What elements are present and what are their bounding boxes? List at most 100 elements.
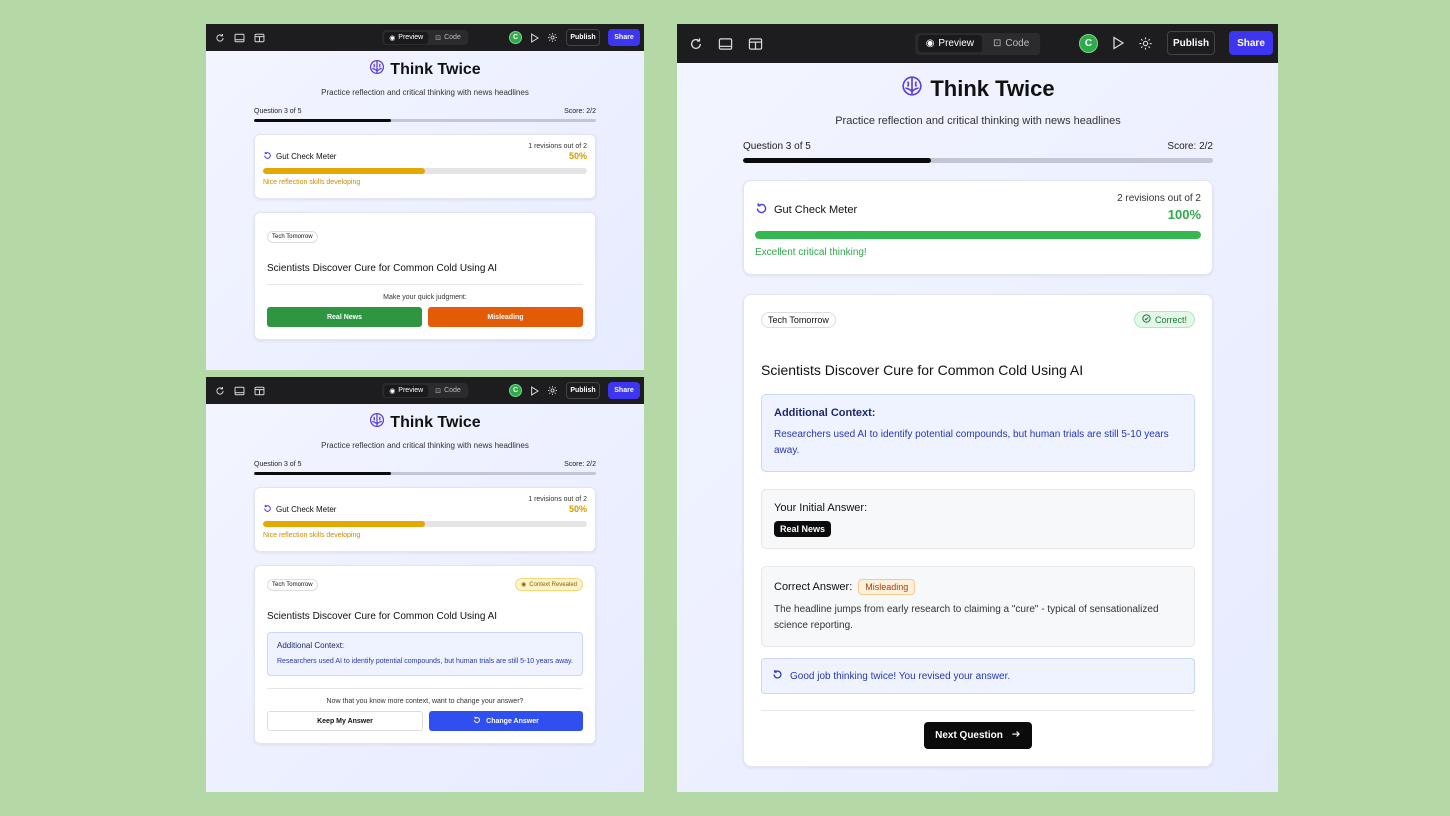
avatar[interactable]: C — [1079, 33, 1098, 53]
page-title: Think Twice — [743, 75, 1213, 103]
refresh-icon[interactable] — [215, 33, 225, 43]
page-title: Think Twice — [254, 412, 596, 433]
quiz-progress-fill — [254, 472, 391, 475]
meter-percent: 50% — [568, 504, 587, 514]
gut-check-card: Gut Check Meter 1 revisions out of 2 50%… — [254, 487, 596, 552]
arrow-right-icon — [1011, 729, 1021, 742]
gut-check-meter-fill — [263, 521, 425, 527]
window-a: ◉ Preview ⊡ Code C Publish Share Think Twi… — [206, 24, 644, 370]
share-button[interactable]: Share — [608, 382, 640, 399]
score-label: Score: 2/2 — [564, 108, 596, 115]
question-card: Tech Tomorrow Scientists Discover Cure f… — [254, 212, 596, 340]
refresh-icon[interactable] — [215, 386, 225, 396]
gut-check-meter-fill — [755, 231, 1201, 239]
context-box: Additional Context: Researchers used AI … — [761, 394, 1195, 472]
headline: Scientists Discover Cure for Common Cold… — [267, 611, 498, 622]
quiz-progress-fill — [743, 158, 931, 163]
next-question-button[interactable]: Next Question — [924, 722, 1032, 749]
initial-answer-box: Your Initial Answer: Real News — [761, 489, 1195, 549]
status-badge: Correct! — [1133, 311, 1195, 328]
desktop-view-icon[interactable] — [718, 37, 733, 51]
divider — [267, 284, 583, 285]
toolbar: ◉ Preview ⊡ Code C Publish Share — [677, 24, 1278, 63]
play-icon[interactable] — [530, 385, 539, 396]
source-badge: Tech Tomorrow — [267, 231, 318, 243]
play-icon[interactable] — [1112, 36, 1124, 50]
tab-preview[interactable]: ◉ Preview — [384, 384, 429, 397]
layout-icon[interactable] — [254, 386, 265, 396]
eye-icon: ◉ — [389, 34, 396, 42]
page-subtitle: Practice reflection and critical thinkin… — [321, 88, 529, 97]
gut-check-meter-fill — [263, 168, 425, 174]
tab-preview[interactable]: ◉ Preview — [917, 35, 983, 52]
publish-button[interactable]: Publish — [566, 29, 600, 46]
code-icon: ⊡ — [435, 34, 442, 42]
revisions-count: 2 revisions out of 2 — [1117, 193, 1201, 204]
headline: Scientists Discover Cure for Common Cold… — [761, 362, 1084, 378]
avatar[interactable]: C — [509, 31, 522, 44]
question-counter: Question 3 of 5 — [743, 141, 811, 152]
initial-answer-title: Your Initial Answer: — [774, 502, 868, 514]
context-text: Researchers used AI to identify potentia… — [277, 658, 573, 665]
rotate-icon — [755, 202, 768, 218]
gear-icon[interactable] — [547, 385, 558, 396]
publish-button[interactable]: Publish — [566, 382, 600, 399]
desktop-view-icon[interactable] — [234, 33, 245, 43]
tab-preview[interactable]: ◉ Preview — [384, 31, 429, 44]
progress-labels: Question 3 of 5 Score: 2/2 — [743, 141, 1213, 152]
quiz-progress-bar — [743, 158, 1213, 163]
source-badge: Tech Tomorrow — [267, 578, 318, 591]
meter-message: Excellent critical thinking! — [755, 247, 867, 258]
page-subtitle: Practice reflection and critical thinkin… — [321, 441, 529, 450]
question-card: Tech Tomorrow ◉ Context Revealed Scientis… — [254, 565, 596, 744]
initial-answer-badge: Real News — [774, 521, 832, 537]
publish-button[interactable]: Publish — [1167, 31, 1215, 55]
status-badge: ◉ Context Revealed — [515, 578, 583, 591]
gut-check-meter — [755, 231, 1201, 239]
tab-code[interactable]: ⊡ Code — [985, 35, 1037, 52]
share-button[interactable]: Share — [1229, 31, 1273, 55]
layout-icon[interactable] — [748, 37, 763, 51]
brain-icon — [369, 412, 385, 433]
meter-percent: 100% — [1167, 207, 1201, 222]
context-text: Researchers used AI to identify potentia… — [774, 429, 1169, 456]
share-button[interactable]: Share — [608, 29, 640, 46]
real-news-button[interactable]: Real News — [267, 307, 422, 327]
rotate-icon — [263, 504, 272, 515]
progress-labels: Question 3 of 5 Score: 2/2 — [254, 108, 596, 115]
divider — [267, 688, 583, 689]
toolbar: ◉ Preview ⊡ Code C Publish Share — [206, 377, 644, 404]
tab-code[interactable]: ⊡ Code — [430, 32, 466, 44]
eye-icon: ◉ — [925, 38, 935, 49]
source-badge: Tech Tomorrow — [761, 311, 836, 328]
brain-icon — [901, 75, 923, 103]
tab-code[interactable]: ⊡ Code — [430, 385, 466, 397]
meter-message: Nice reflection skills developing — [263, 179, 361, 186]
code-icon: ⊡ — [435, 387, 442, 395]
gut-check-title: Gut Check Meter — [263, 151, 336, 162]
gear-icon[interactable] — [547, 32, 558, 43]
avatar[interactable]: C — [509, 384, 522, 397]
gut-check-meter — [263, 168, 587, 174]
layout-icon[interactable] — [254, 33, 265, 43]
revisions-count: 1 revisions out of 2 — [528, 496, 587, 503]
correct-answer-title: Correct Answer: — [774, 581, 853, 593]
change-answer-button[interactable]: Change Answer — [429, 711, 583, 731]
window-b: ◉ Preview ⊡ Code C Publish Share Think Twi… — [206, 377, 644, 792]
explanation-text: The headline jumps from early research t… — [774, 604, 1159, 631]
misleading-button[interactable]: Misleading — [428, 307, 583, 327]
question-counter: Question 3 of 5 — [254, 108, 302, 115]
divider — [761, 710, 1195, 711]
keep-answer-button[interactable]: Keep My Answer — [267, 711, 423, 731]
toolbar: ◉ Preview ⊡ Code C Publish Share — [206, 24, 644, 51]
headline: Scientists Discover Cure for Common Cold… — [267, 263, 498, 274]
play-icon[interactable] — [530, 32, 539, 43]
quiz-progress-fill — [254, 119, 391, 122]
quiz-progress-bar — [254, 119, 596, 122]
page-subtitle: Practice reflection and critical thinkin… — [835, 115, 1121, 127]
gear-icon[interactable] — [1138, 36, 1153, 51]
eye-icon: ◉ — [389, 387, 396, 395]
correct-answer-box: Correct Answer: Misleading The headline … — [761, 566, 1195, 647]
refresh-icon[interactable] — [689, 37, 703, 51]
desktop-view-icon[interactable] — [234, 386, 245, 396]
